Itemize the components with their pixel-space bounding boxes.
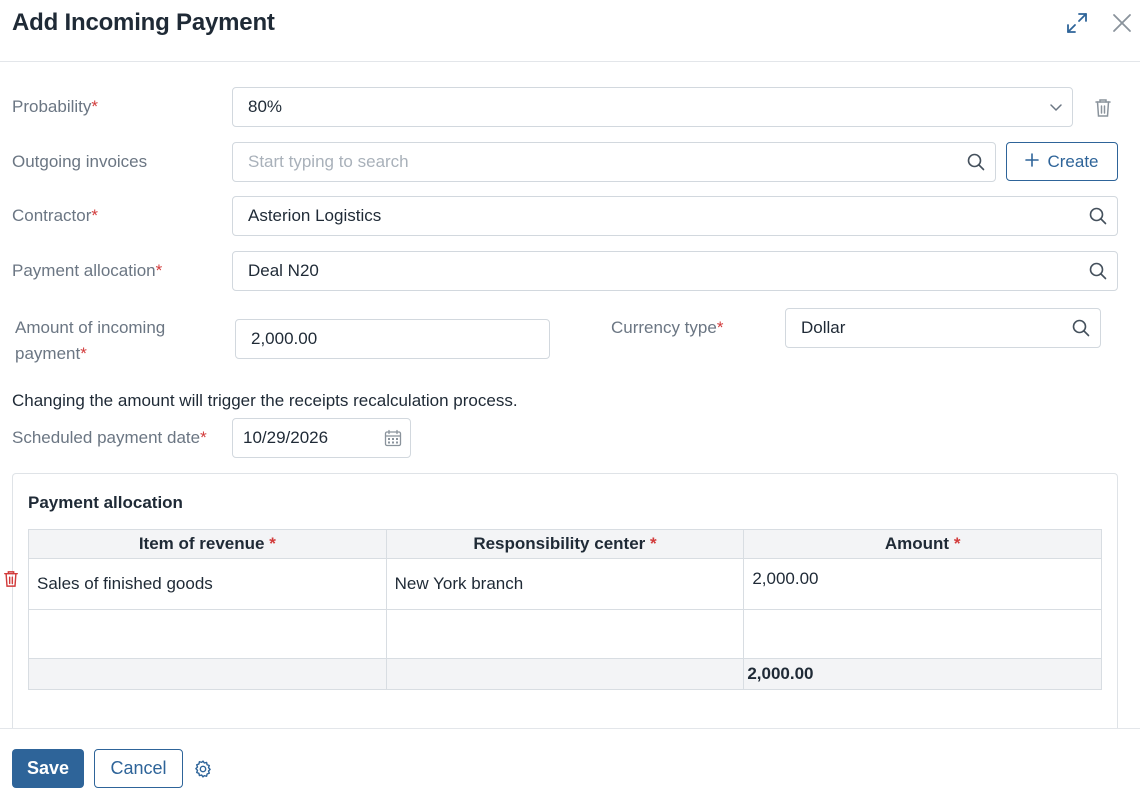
- table-row: Sales of finished goods New York branch …: [28, 558, 1102, 610]
- amount-label: Amount of incoming payment*: [15, 318, 166, 363]
- search-icon[interactable]: [1088, 261, 1108, 281]
- item-cell[interactable]: Sales of finished goods: [28, 558, 387, 610]
- amount-cell[interactable]: 2,000.00: [743, 558, 1102, 610]
- allocation-table: Item of revenue * Responsibility center …: [28, 529, 1102, 690]
- create-label: Create: [1047, 151, 1099, 171]
- probability-label: Probability*: [12, 97, 98, 116]
- save-button[interactable]: Save: [12, 749, 84, 788]
- recalculation-note: Changing the amount will trigger the rec…: [12, 391, 518, 410]
- table-row-empty: [28, 609, 1102, 659]
- outgoing-invoices-label: Outgoing invoices: [12, 152, 148, 171]
- expand-icon[interactable]: [1063, 9, 1091, 37]
- contractor-label: Contractor*: [12, 206, 98, 225]
- payment-allocation-value: Deal N20: [248, 261, 319, 280]
- contractor-value: Asterion Logistics: [248, 206, 382, 225]
- empty-center-cell[interactable]: [385, 609, 745, 659]
- outgoing-invoices-placeholder: Start typing to search: [248, 152, 409, 171]
- contractor-field[interactable]: Asterion Logistics: [232, 196, 1118, 236]
- search-icon: [966, 152, 986, 172]
- empty-amount-cell[interactable]: [743, 609, 1102, 659]
- column-header-center: Responsibility center *: [385, 529, 745, 559]
- calendar-icon[interactable]: [383, 428, 403, 448]
- plus-icon: [1025, 152, 1040, 172]
- total-row: 2,000.00: [28, 658, 1102, 690]
- trash-icon[interactable]: [1093, 97, 1113, 119]
- empty-item-cell[interactable]: [28, 609, 387, 659]
- payment-allocation-field[interactable]: Deal N20: [232, 251, 1118, 291]
- currency-label: Currency type*: [611, 318, 724, 337]
- scheduled-date-value: 10/29/2026: [243, 428, 329, 447]
- total-blank-cell: [385, 658, 745, 690]
- create-invoice-button[interactable]: Create: [1006, 142, 1118, 181]
- total-blank-cell: [28, 658, 387, 690]
- delete-row-icon[interactable]: [2, 569, 20, 589]
- search-icon[interactable]: [1071, 318, 1091, 338]
- column-header-amount: Amount *: [743, 529, 1102, 559]
- amount-input[interactable]: 2,000.00: [235, 319, 550, 359]
- center-cell[interactable]: New York branch: [385, 558, 745, 610]
- scheduled-date-input[interactable]: 10/29/2026: [232, 418, 411, 458]
- close-icon[interactable]: [1108, 9, 1136, 37]
- currency-value: Dollar: [801, 318, 846, 337]
- payment-allocation-label: Payment allocation*: [12, 261, 163, 280]
- panel-title: Payment allocation: [28, 493, 183, 512]
- search-icon[interactable]: [1088, 206, 1108, 226]
- scheduled-date-label: Scheduled payment date*: [12, 428, 207, 447]
- total-amount: 2,000.00: [743, 658, 1102, 690]
- currency-field[interactable]: Dollar: [785, 308, 1101, 348]
- probability-select[interactable]: 80%: [232, 87, 1073, 127]
- chevron-down-icon: [1046, 97, 1066, 117]
- amount-value: 2,000.00: [251, 329, 318, 348]
- gear-icon[interactable]: [192, 758, 214, 780]
- cancel-button[interactable]: Cancel: [94, 749, 183, 788]
- probability-value: 80%: [248, 97, 283, 116]
- dialog-header: Add Incoming Payment: [0, 0, 1140, 62]
- column-header-item: Item of revenue *: [28, 529, 387, 559]
- dialog-title: Add Incoming Payment: [12, 9, 275, 36]
- outgoing-invoices-search-input[interactable]: Start typing to search: [232, 142, 996, 182]
